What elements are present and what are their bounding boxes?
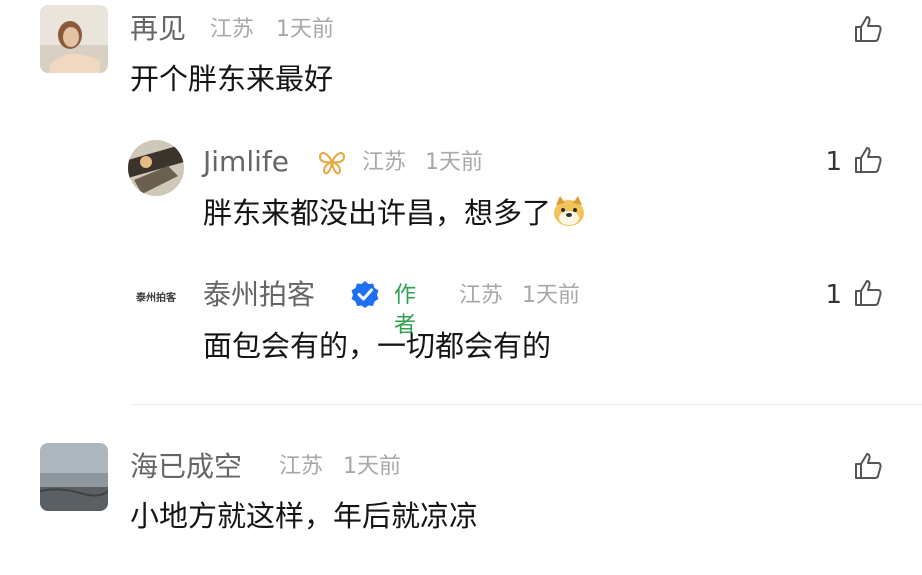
- comment-location: 江苏: [459, 283, 504, 308]
- avatar[interactable]: 泰州拍客: [128, 272, 184, 328]
- comment-location: 江苏: [210, 17, 255, 42]
- username[interactable]: 海已成空: [130, 450, 242, 484]
- avatar-text: 泰州拍客: [136, 293, 176, 304]
- doge-emoji-icon: [554, 196, 585, 226]
- thumbs-up-icon[interactable]: [852, 13, 884, 45]
- thumbs-up-icon[interactable]: [852, 144, 884, 176]
- avatar[interactable]: [128, 140, 184, 196]
- comment-time: 1天前: [522, 283, 580, 308]
- avatar[interactable]: [40, 443, 108, 511]
- thumbs-up-icon[interactable]: [852, 450, 884, 482]
- username[interactable]: 再见: [130, 12, 186, 46]
- comment-text: 胖东来都没出许昌，想多了: [203, 193, 587, 232]
- verified-badge-icon: [351, 281, 379, 308]
- comment-location: 江苏: [362, 150, 407, 175]
- comment-text: 面包会有的，一切都会有的: [203, 329, 552, 363]
- comment-time: 1天前: [343, 454, 401, 479]
- butterfly-badge-icon: [318, 152, 346, 175]
- comment-text: 开个胖东来最好: [130, 62, 334, 96]
- comment-text: 小地方就这样，年后就凉凉: [130, 499, 479, 533]
- divider: [130, 404, 922, 405]
- avatar[interactable]: [40, 5, 108, 73]
- comment-time: 1天前: [276, 17, 334, 42]
- thumbs-up-icon[interactable]: [852, 277, 884, 309]
- comment-time: 1天前: [425, 150, 483, 175]
- like-count: 1: [825, 280, 842, 310]
- like-count: 1: [825, 147, 842, 177]
- comment-text-content: 胖东来都没出许昌，想多了: [203, 196, 552, 230]
- comment-location: 江苏: [279, 454, 324, 479]
- username[interactable]: Jimlife: [203, 145, 289, 179]
- username[interactable]: 泰州拍客: [203, 278, 315, 312]
